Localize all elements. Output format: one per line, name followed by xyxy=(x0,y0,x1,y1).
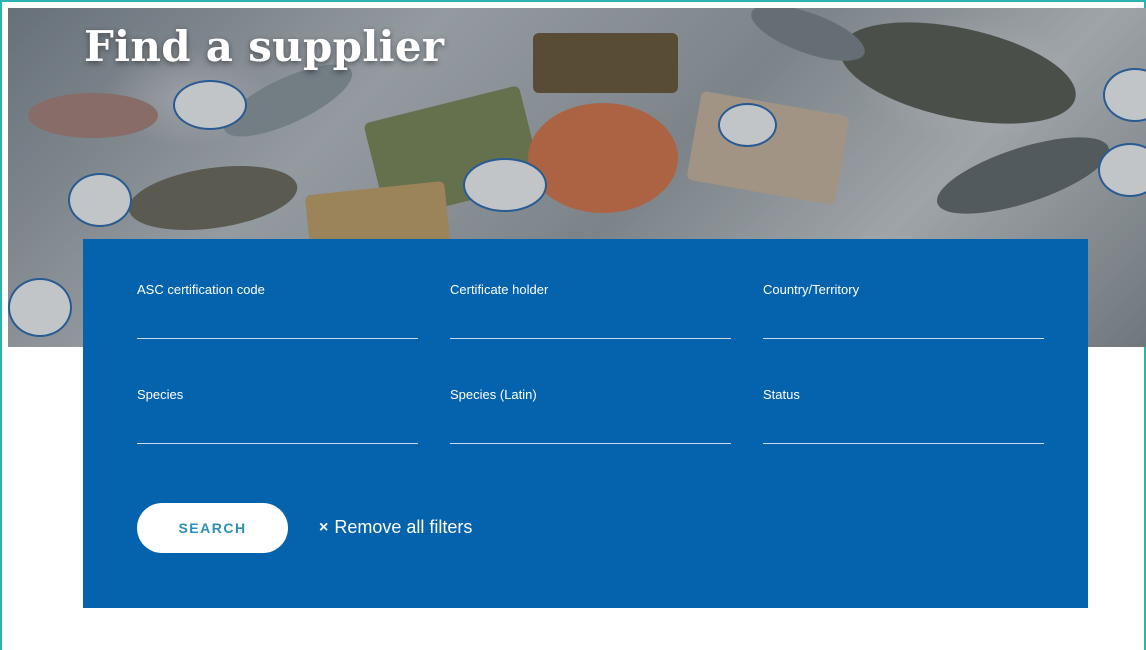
certificate-holder-input[interactable] xyxy=(450,311,731,339)
filter-label: Status xyxy=(763,387,800,402)
filter-certification-code: ASC certification code xyxy=(137,282,418,339)
remove-all-filters-label: Remove all filters xyxy=(334,517,473,537)
filter-label: Certificate holder xyxy=(450,282,549,297)
search-button[interactable]: SEARCH xyxy=(137,503,288,553)
country-territory-input[interactable] xyxy=(763,311,1044,339)
search-filter-panel: ASC certification code Certificate holde… xyxy=(83,239,1088,608)
filter-label: Species (Latin) xyxy=(450,387,537,402)
page-title: Find a supplier xyxy=(84,22,445,71)
species-latin-input[interactable] xyxy=(450,416,731,444)
status-input[interactable] xyxy=(763,416,1044,444)
filter-label: Species xyxy=(137,387,184,402)
close-icon: × xyxy=(319,518,329,536)
filter-country-territory: Country/Territory xyxy=(763,282,1044,339)
remove-all-filters-link[interactable]: × Remove all filters xyxy=(319,517,472,538)
filter-label: ASC certification code xyxy=(137,282,265,297)
filter-status: Status xyxy=(763,387,1044,444)
filter-certificate-holder: Certificate holder xyxy=(450,282,731,339)
filter-species: Species xyxy=(137,387,418,444)
filter-species-latin: Species (Latin) xyxy=(450,387,731,444)
certification-code-input[interactable] xyxy=(137,311,418,339)
species-input[interactable] xyxy=(137,416,418,444)
filter-label: Country/Territory xyxy=(763,282,860,297)
